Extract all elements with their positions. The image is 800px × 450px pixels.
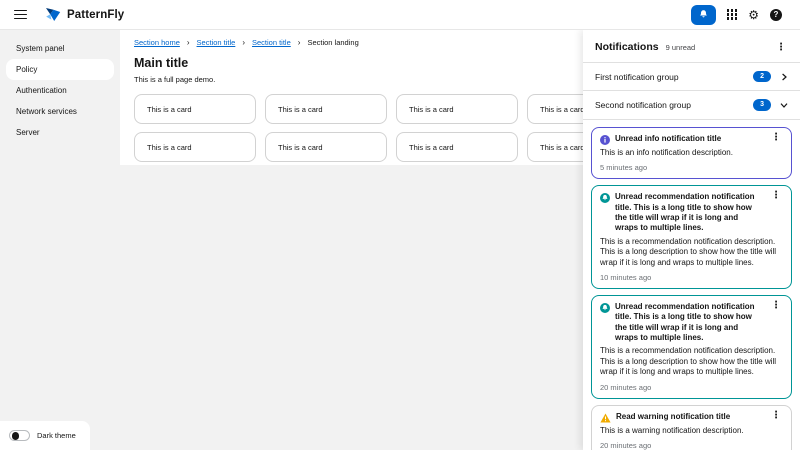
masthead: PatternFly ⚙ ? xyxy=(0,0,800,30)
notification-title: Read warning notification title xyxy=(616,412,764,422)
group-label: Second notification group xyxy=(595,100,691,110)
sidebar-item-policy[interactable]: Policy xyxy=(6,59,114,80)
sidebar-item-network-services[interactable]: Network services xyxy=(0,101,120,122)
toggle-knob-icon xyxy=(12,432,20,440)
card: This is a card xyxy=(265,132,387,162)
masthead-toolbar: ⚙ ? xyxy=(691,5,788,25)
notification-description: This is an info notification description… xyxy=(600,148,783,158)
sidebar-nav: System panel Policy Authentication Netwo… xyxy=(0,30,120,450)
breadcrumb-separator-icon: › xyxy=(242,39,245,47)
breadcrumb-link-section-title-1[interactable]: Section title xyxy=(197,38,236,47)
chevron-right-icon xyxy=(780,73,788,81)
drawer-title: Notifications xyxy=(595,41,659,53)
notification-drawer: Notifications 9 unread ⋮ First notificat… xyxy=(583,30,800,450)
hamburger-button[interactable] xyxy=(14,10,27,20)
unread-count: 9 unread xyxy=(666,43,696,52)
info-icon xyxy=(600,135,610,145)
brand-name: PatternFly xyxy=(67,9,124,21)
notification-timestamp: 5 minutes ago xyxy=(600,163,783,172)
drawer-kebab-button[interactable]: ⋮ xyxy=(774,44,788,52)
app-launcher-button[interactable] xyxy=(727,9,738,20)
notification-title: Unread recommendation notification title… xyxy=(615,302,764,344)
warning-triangle-icon xyxy=(600,413,611,423)
card: This is a card xyxy=(396,132,518,162)
brand-link[interactable]: PatternFly xyxy=(45,7,124,23)
notification-card-recommendation-unread[interactable]: Unread recommendation notification title… xyxy=(591,295,792,399)
notification-card-info-unread[interactable]: Unread info notification title ⋮ This is… xyxy=(591,127,792,179)
notification-card-recommendation-unread[interactable]: Unread recommendation notification title… xyxy=(591,185,792,289)
card: This is a card xyxy=(134,132,256,162)
breadcrumb-current-page: Section landing xyxy=(307,38,358,47)
breadcrumb-separator-icon: › xyxy=(298,39,301,47)
sidebar-item-authentication[interactable]: Authentication xyxy=(0,80,120,101)
notification-description: This is a warning notification descripti… xyxy=(600,426,783,436)
sidebar-item-system-panel[interactable]: System panel xyxy=(0,38,120,59)
dark-theme-toggle[interactable] xyxy=(9,430,30,441)
question-icon: ? xyxy=(774,10,779,19)
chevron-down-icon xyxy=(780,101,788,109)
bell-icon xyxy=(600,303,610,313)
notification-kebab-button[interactable]: ⋮ xyxy=(769,412,783,420)
notification-timestamp: 20 minutes ago xyxy=(600,383,783,392)
group-count-badge: 2 xyxy=(753,71,771,82)
notification-list[interactable]: Unread info notification title ⋮ This is… xyxy=(583,119,800,450)
notification-description: This is a recommendation notification de… xyxy=(600,237,783,268)
breadcrumb-link-section-home[interactable]: Section home xyxy=(134,38,180,47)
bell-icon xyxy=(698,9,709,20)
breadcrumb-separator-icon: › xyxy=(187,39,190,47)
bell-icon xyxy=(600,193,610,203)
breadcrumb-link-section-title-2[interactable]: Section title xyxy=(252,38,291,47)
notification-title: Unread recommendation notification title… xyxy=(615,192,764,234)
help-button[interactable]: ? xyxy=(770,9,782,21)
dark-theme-label: Dark theme xyxy=(37,431,76,440)
group-count-badge: 3 xyxy=(753,99,771,110)
notification-group-second[interactable]: Second notification group 3 xyxy=(583,90,800,118)
notification-card-warning-read[interactable]: Read warning notification title ⋮ This i… xyxy=(591,405,792,450)
notification-timestamp: 10 minutes ago xyxy=(600,273,783,282)
notification-group-first[interactable]: First notification group 2 xyxy=(583,62,800,90)
patternfly-logo-icon xyxy=(45,7,61,23)
patternfly-app: PatternFly ⚙ ? System panel Policy Authe… xyxy=(0,0,800,450)
notification-kebab-button[interactable]: ⋮ xyxy=(769,302,783,310)
notification-title: Unread info notification title xyxy=(615,134,764,144)
notification-kebab-button[interactable]: ⋮ xyxy=(769,134,783,142)
group-label: First notification group xyxy=(595,72,679,82)
notification-timestamp: 20 minutes ago xyxy=(600,441,783,450)
notifications-bell-button[interactable] xyxy=(691,5,716,25)
card: This is a card xyxy=(396,94,518,124)
dark-theme-panel: Dark theme xyxy=(0,421,90,450)
notification-description: This is a recommendation notification de… xyxy=(600,346,783,377)
notification-kebab-button[interactable]: ⋮ xyxy=(769,192,783,200)
card: This is a card xyxy=(265,94,387,124)
drawer-header: Notifications 9 unread ⋮ xyxy=(583,30,800,62)
settings-gear-button[interactable]: ⚙ xyxy=(748,9,759,21)
card: This is a card xyxy=(134,94,256,124)
sidebar-item-server[interactable]: Server xyxy=(0,122,120,143)
